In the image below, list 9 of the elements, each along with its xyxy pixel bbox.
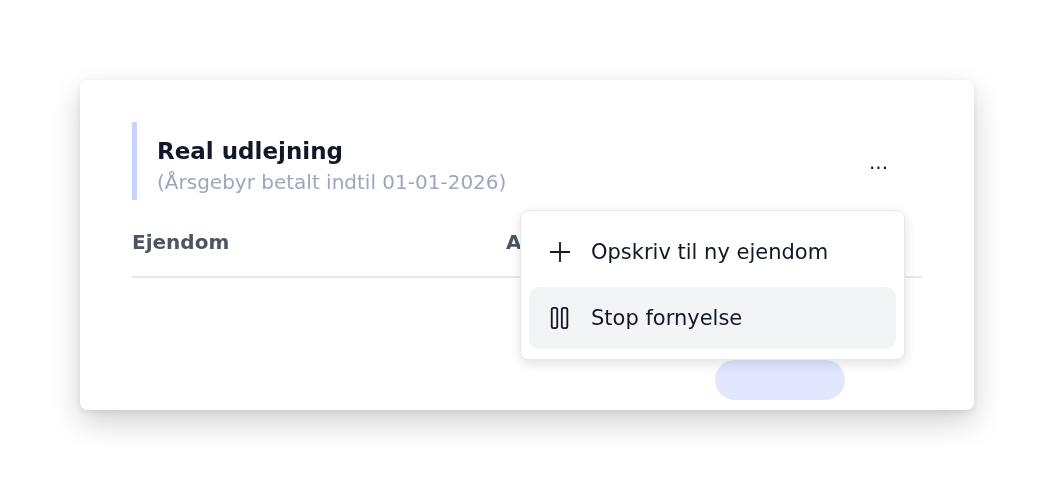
card-subtitle: (Årsgebyr betalt indtil 01-01-2026) (157, 170, 507, 194)
menu-item[interactable]: Opskriv til ny ejendom (529, 221, 896, 283)
plus-icon (549, 241, 571, 263)
menu-item[interactable]: Stop fornyelse (529, 287, 896, 349)
more-button[interactable]: ... (864, 150, 892, 174)
pause-icon (549, 307, 571, 329)
column-header: Ejendom (132, 230, 231, 254)
column-header: A (506, 230, 522, 254)
card-title: Real udlejning (157, 138, 345, 164)
